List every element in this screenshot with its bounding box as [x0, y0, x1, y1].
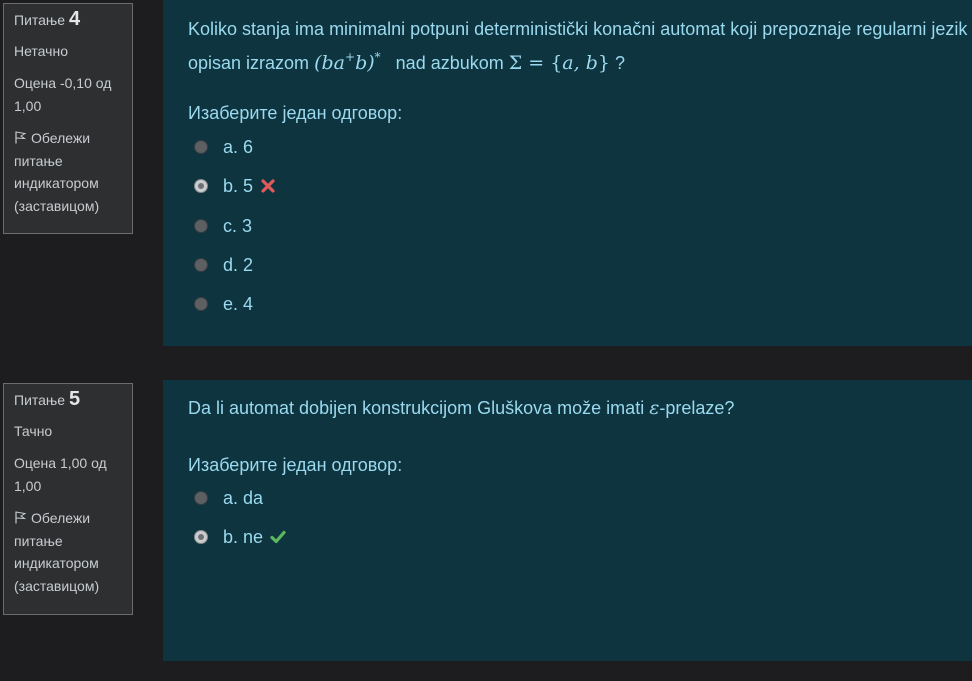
cross-icon: [261, 179, 275, 193]
epsilon-symbol: ε: [649, 397, 660, 419]
answer-option-b[interactable]: b. ne: [194, 525, 286, 549]
answer-prompt: Изаберите један одговор:: [188, 103, 403, 123]
answer-prompt: Изаберите један одговор:: [188, 455, 403, 475]
question-number: 5: [68, 388, 81, 410]
question-number: 4: [68, 8, 81, 30]
question-info: Питање 5 Тачно Оцена 1,00 од 1,00 Обележ…: [3, 383, 133, 615]
question-4: Питање 4 Нетачно Оцена -0,10 од 1,00 Обе…: [0, 0, 972, 346]
answer-option-e[interactable]: e. 4: [194, 292, 253, 316]
question-info: Питање 4 Нетачно Оцена -0,10 од 1,00 Обе…: [3, 3, 133, 234]
answer-option-a[interactable]: a. 6: [194, 135, 253, 159]
question-state: Нетачно: [14, 42, 68, 59]
question-state: Тачно: [14, 422, 53, 439]
flag-question-link[interactable]: Обележи питање индикатором (заставицом): [14, 127, 122, 217]
question-content: Koliko stanja ima minimalni potpuni dete…: [163, 0, 972, 346]
regex-expression: (ba+b)*: [314, 50, 381, 74]
radio-button[interactable]: [194, 491, 208, 505]
question-label: Питање: [14, 12, 66, 28]
radio-button-checked[interactable]: [194, 179, 208, 193]
question-grade: Оцена -0,10 од 1,00: [14, 75, 112, 114]
question-label: Питање: [14, 392, 66, 408]
question-content: Da li automat dobijen konstrukcijom Gluš…: [163, 380, 972, 661]
question-text: Da li automat dobijen konstrukcijom Gluš…: [188, 397, 735, 419]
answer-option-d[interactable]: d. 2: [194, 253, 253, 277]
answer-option-a[interactable]: a. da: [194, 486, 263, 510]
answer-option-b[interactable]: b. 5: [194, 174, 276, 198]
radio-button[interactable]: [194, 140, 208, 154]
answer-option-c[interactable]: c. 3: [194, 214, 252, 238]
radio-button[interactable]: [194, 297, 208, 311]
radio-button-checked[interactable]: [194, 530, 208, 544]
question-5: Питање 5 Тачно Оцена 1,00 од 1,00 Обележ…: [0, 380, 972, 661]
flag-question-link[interactable]: Обележи питање индикатором (заставицом): [14, 507, 122, 597]
question-grade: Оцена 1,00 од 1,00: [14, 455, 107, 494]
check-icon: [270, 530, 286, 544]
flag-icon: [15, 511, 27, 524]
flag-icon: [15, 131, 27, 144]
radio-button[interactable]: [194, 258, 208, 272]
alphabet-expression: Σ = {a, b}: [508, 52, 610, 74]
question-text: Koliko stanja ima minimalni potpuni dete…: [188, 19, 968, 74]
radio-button[interactable]: [194, 219, 208, 233]
